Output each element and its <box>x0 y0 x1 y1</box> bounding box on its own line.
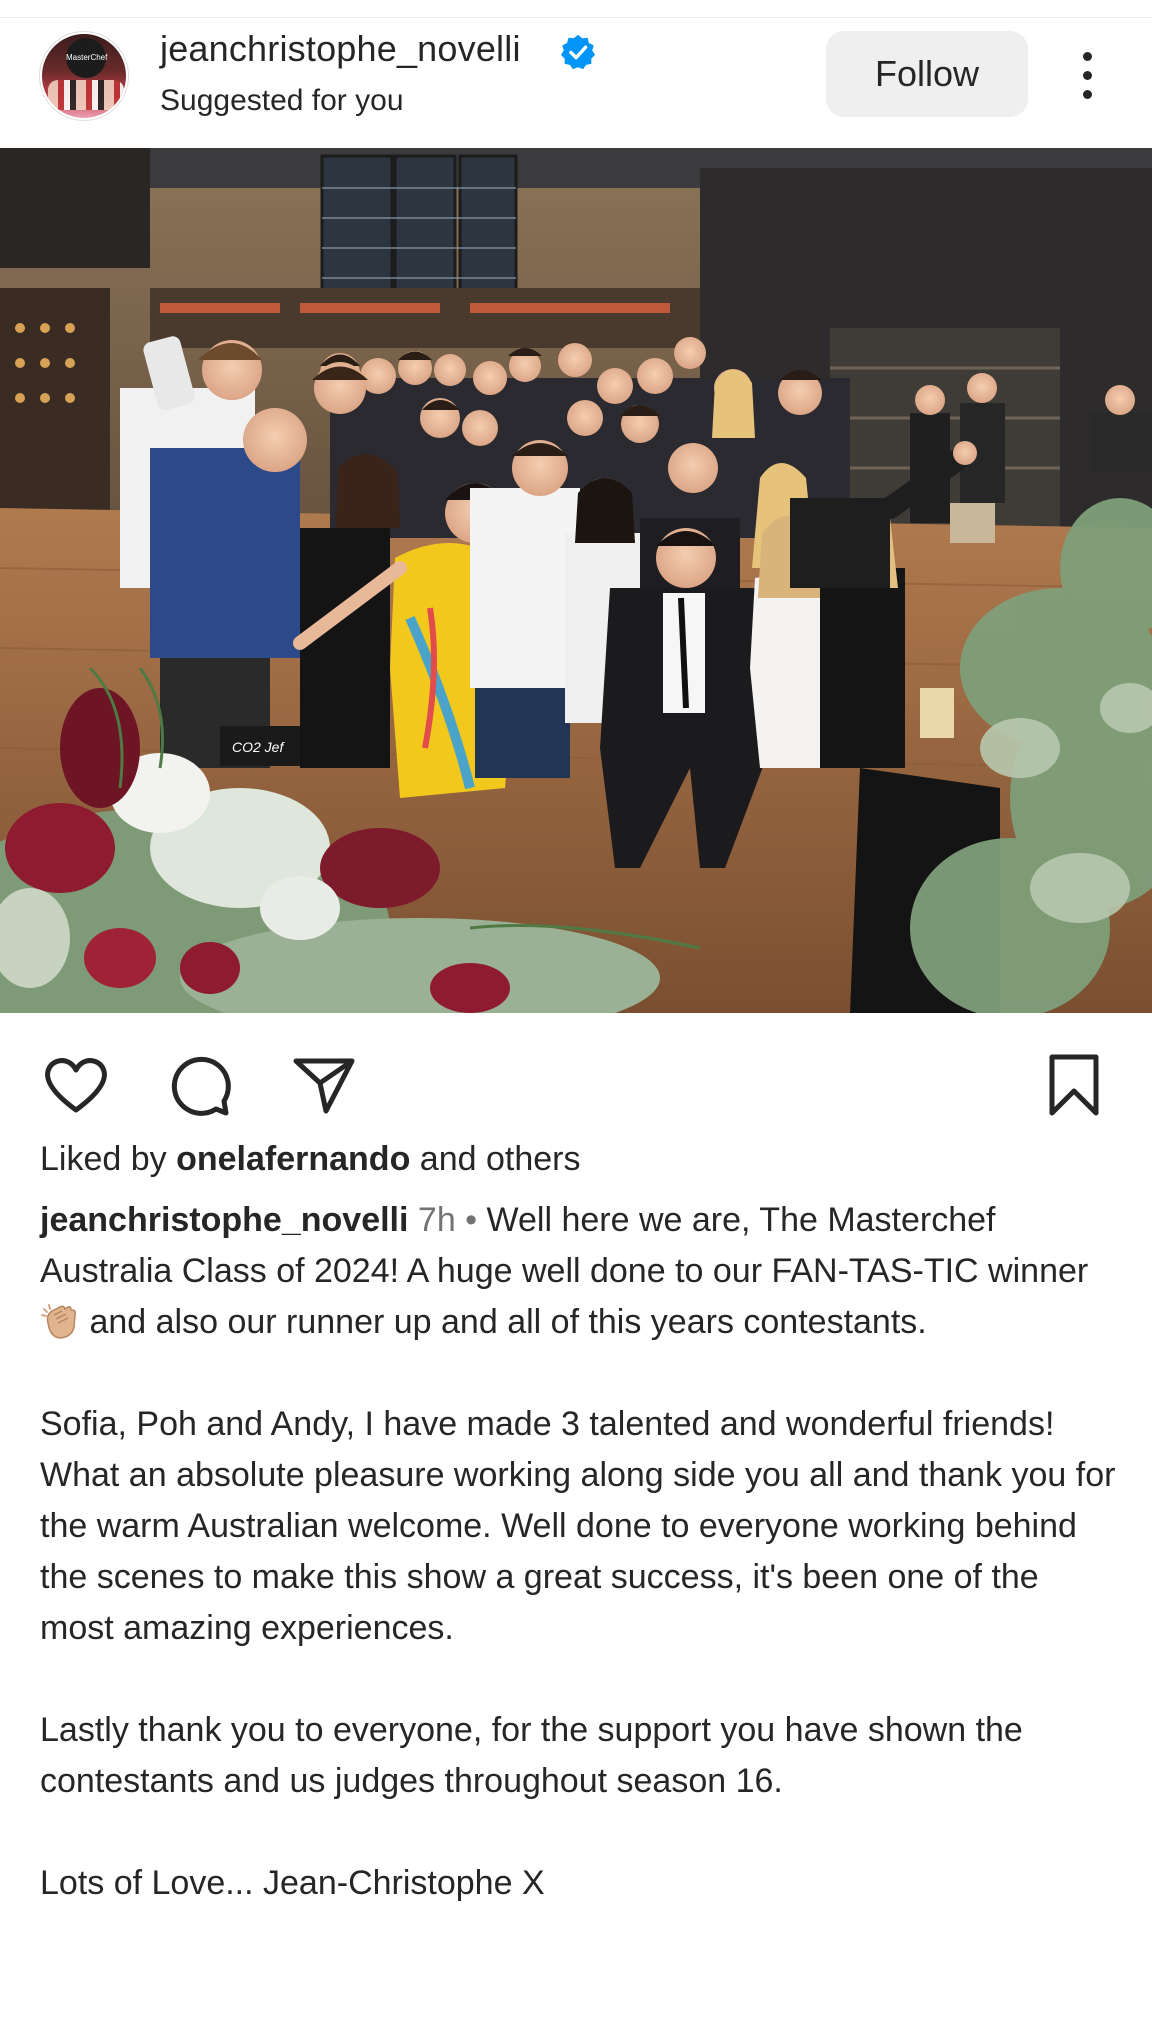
follow-button[interactable]: Follow <box>826 31 1028 117</box>
caption-paragraph-4: Lots of Love... Jean-Christophe X <box>40 1864 545 1902</box>
caption-gap <box>40 1807 1120 1858</box>
caption-timestamp: 7h <box>417 1201 456 1239</box>
likes-user-link[interactable]: onelafernando <box>176 1140 410 1178</box>
status-divider <box>0 0 1152 18</box>
more-options-icon[interactable] <box>1068 48 1108 104</box>
photo-sign-text: CO2 Jef <box>232 739 285 755</box>
caption-gap <box>40 1348 1120 1399</box>
post-actions <box>0 1013 1152 1143</box>
post-photo[interactable]: CO2 Jef <box>0 148 1152 1013</box>
verified-badge-icon <box>560 34 596 70</box>
avatar-logo: MasterChef <box>66 38 107 78</box>
post-caption: jeanchristophe_novelli 7h • Well here we… <box>40 1195 1120 1909</box>
heart-icon[interactable] <box>40 1049 112 1121</box>
avatar[interactable]: MasterChef <box>40 32 128 120</box>
post-username[interactable]: jeanchristophe_novelli <box>160 28 521 70</box>
caption-paragraph: jeanchristophe_novelli 7h • Well here we… <box>40 1195 1120 1348</box>
avatar-photo <box>48 80 124 110</box>
bookmark-icon[interactable] <box>1038 1049 1110 1121</box>
likes-suffix: and others <box>410 1140 581 1178</box>
caption-paragraph-2: Sofia, Poh and Andy, I have made 3 talen… <box>40 1405 1116 1647</box>
send-icon[interactable] <box>288 1049 360 1121</box>
caption-username[interactable]: jeanchristophe_novelli <box>40 1201 408 1239</box>
post-photo-image: CO2 Jef <box>0 148 1152 1013</box>
caption-gap <box>40 1654 1120 1705</box>
post-header: MasterChef jeanchristophe_novelli Sugges… <box>0 18 1152 148</box>
caption-separator: • <box>455 1201 487 1239</box>
likes-summary[interactable]: Liked by onelafernando and others <box>40 1140 580 1179</box>
suggested-label: Suggested for you <box>160 84 404 117</box>
likes-prefix: Liked by <box>40 1140 177 1178</box>
clapping-hands-icon <box>41 1304 76 1339</box>
caption-text-1b: and also our runner up and all of this y… <box>80 1303 927 1341</box>
comment-icon[interactable] <box>164 1049 236 1121</box>
caption-paragraph-3: Lastly thank you to everyone, for the su… <box>40 1711 1023 1800</box>
